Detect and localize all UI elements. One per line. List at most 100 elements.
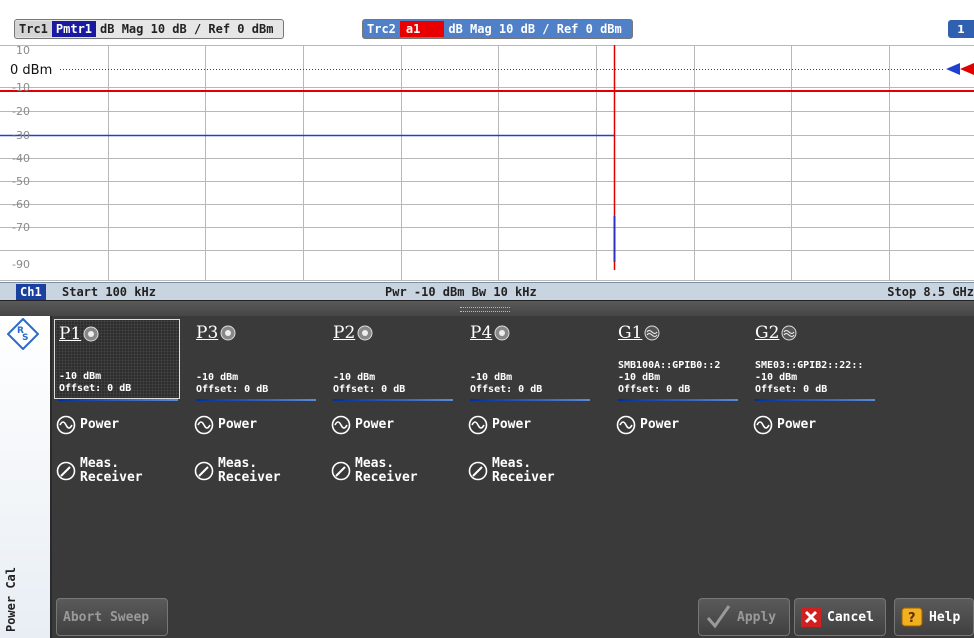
port-underline <box>196 399 316 401</box>
port-underline <box>755 399 875 401</box>
rs-logo-icon: R S <box>7 318 39 350</box>
apply-button[interactable]: Apply <box>698 598 790 636</box>
connector-icon <box>83 326 99 342</box>
meas-receiver-label: Meas. Receiver <box>355 456 418 485</box>
power-cal-panel: P1 -10 dBm Offset: 0 dB Power Meas. Rece… <box>52 316 974 598</box>
stop-frequency[interactable]: Stop 8.5 GHz <box>887 284 974 300</box>
port-name-p3: P3 <box>196 323 219 343</box>
receiver-gauge-icon <box>194 461 214 481</box>
generator-name-g2: G2 <box>755 323 780 343</box>
sine-wave-icon <box>56 415 76 435</box>
help-label: Help <box>929 609 961 625</box>
panel-splitter[interactable] <box>0 300 974 317</box>
port-settings-p4: -10 dBm Offset: 0 dB <box>470 372 543 395</box>
port-column-p4: P4 -10 dBm Offset: 0 dB Power Meas. Rece… <box>466 319 592 485</box>
connector-icon <box>220 325 236 341</box>
diagram-grid: 10 -10 -20 -30 -40 -50 -60 -70 -90 0 dBm <box>0 44 974 281</box>
port-underline <box>58 399 178 401</box>
ytick-10: 10 <box>16 44 30 57</box>
meas-receiver-label: Meas. Receiver <box>80 456 143 485</box>
port-column-p2: P2 -10 dBm Offset: 0 dB Power Meas. Rece… <box>329 319 455 485</box>
port-name-p2: P2 <box>333 323 356 343</box>
close-icon <box>801 607 821 627</box>
ref-level-label: 0 dBm <box>10 63 52 78</box>
generator-tile-g2[interactable]: G2 SME03::GPIB2::22:: -10 dBm Offset: 0 … <box>751 319 877 399</box>
generator-settings-g2: SME03::GPIB2::22:: -10 dBm Offset: 0 dB <box>755 360 864 395</box>
channel-bar[interactable]: Ch1 Start 100 kHz Pwr -10 dBm Bw 10 kHz … <box>0 282 974 301</box>
splitter-grip[interactable] <box>460 307 510 312</box>
meas-receiver-option-p4[interactable]: Meas. Receiver <box>468 457 592 485</box>
ytick-n90: -90 <box>12 258 30 271</box>
meas-receiver-label: Meas. Receiver <box>492 456 555 485</box>
cancel-label: Cancel <box>827 609 874 625</box>
port-tile-p4[interactable]: P4 -10 dBm Offset: 0 dB <box>466 319 592 399</box>
generator-name-g1: G1 <box>618 323 643 343</box>
port-column-p3: P3 -10 dBm Offset: 0 dB Power Meas. Rece… <box>192 319 318 485</box>
ytick-n30: -30 <box>12 129 30 142</box>
start-frequency[interactable]: Start 100 kHz <box>62 284 156 300</box>
a1-tag: a1 <box>399 21 445 37</box>
power-bandwidth[interactable]: Pwr -10 dBm Bw 10 kHz <box>385 284 537 300</box>
meas-receiver-label: Meas. Receiver <box>218 456 281 485</box>
help-icon: ? <box>901 607 923 627</box>
power-label: Power <box>777 417 817 432</box>
ytick-n70: -70 <box>12 221 30 234</box>
trace1-label[interactable]: Trc1 Pmtr1 dB Mag 10 dB / Ref 0 dBm <box>14 19 285 39</box>
diagram-area[interactable]: Trc1 Pmtr1 dB Mag 10 dB / Ref 0 dBm Trc2… <box>0 0 974 301</box>
power-option-p3[interactable]: Power <box>194 415 318 435</box>
dialog-footer: Abort Sweep Apply Cancel ? Help <box>52 598 974 638</box>
ytick-n20: -20 <box>12 105 30 118</box>
receiver-gauge-icon <box>331 461 351 481</box>
trc2-format: dB Mag 10 dB / Ref 0 dBm <box>444 21 626 37</box>
ytick-n60: -60 <box>12 198 30 211</box>
sine-wave-icon <box>753 415 773 435</box>
ref-arrow-red-icon <box>960 63 974 75</box>
power-option-p1[interactable]: Power <box>56 415 180 435</box>
menu-title: Power Cal <box>4 566 18 632</box>
power-option-p2[interactable]: Power <box>331 415 455 435</box>
receiver-gauge-icon <box>468 461 488 481</box>
power-label: Power <box>218 417 258 432</box>
port-tile-p2[interactable]: P2 -10 dBm Offset: 0 dB <box>329 319 455 399</box>
port-settings-p1: -10 dBm Offset: 0 dB <box>59 371 132 394</box>
power-label: Power <box>80 417 120 432</box>
sine-wave-icon <box>468 415 488 435</box>
ytick-n50: -50 <box>12 175 30 188</box>
generator-column-g1: G1 SMB100A::GPIB0::2 -10 dBm Offset: 0 d… <box>614 319 740 435</box>
meas-receiver-option-p2[interactable]: Meas. Receiver <box>331 457 455 485</box>
svg-text:S: S <box>22 333 28 343</box>
ytick-n10: -10 <box>12 81 30 94</box>
trace-header: Trc1 Pmtr1 dB Mag 10 dB / Ref 0 dBm Trc2… <box>0 0 974 40</box>
connector-icon <box>494 325 510 341</box>
meas-receiver-option-p3[interactable]: Meas. Receiver <box>194 457 318 485</box>
port-tile-p3[interactable]: P3 -10 dBm Offset: 0 dB <box>192 319 318 399</box>
port-underline <box>333 399 453 401</box>
generator-tile-g1[interactable]: G1 SMB100A::GPIB0::2 -10 dBm Offset: 0 d… <box>614 319 740 399</box>
sine-wave-icon <box>194 415 214 435</box>
port-settings-p3: -10 dBm Offset: 0 dB <box>196 372 269 395</box>
port-settings-p2: -10 dBm Offset: 0 dB <box>333 372 406 395</box>
generator-settings-g1: SMB100A::GPIB0::2 -10 dBm Offset: 0 dB <box>618 360 721 395</box>
trace2-label[interactable]: Trc2 a1 dB Mag 10 dB / Ref 0 dBm <box>362 19 633 39</box>
help-button[interactable]: ? Help <box>894 598 974 636</box>
generator-icon <box>781 325 797 341</box>
power-option-g2[interactable]: Power <box>753 415 877 435</box>
trc2-tag: Trc2 <box>363 21 400 37</box>
checkmark-icon <box>706 605 731 629</box>
power-option-g1[interactable]: Power <box>616 415 740 435</box>
port-name-p4: P4 <box>470 323 493 343</box>
channel-tag[interactable]: Ch1 <box>16 284 46 300</box>
pmtr1-tag: Pmtr1 <box>51 21 97 37</box>
power-option-p4[interactable]: Power <box>468 415 592 435</box>
power-label: Power <box>355 417 395 432</box>
port-name-p1: P1 <box>59 324 82 344</box>
sine-wave-icon <box>331 415 351 435</box>
receiver-gauge-icon <box>56 461 76 481</box>
channel-badge: 1 <box>948 20 974 38</box>
softkey-sidebar: R S Power Cal <box>0 316 52 638</box>
port-tile-p1[interactable]: P1 -10 dBm Offset: 0 dB <box>54 319 180 399</box>
cancel-button[interactable]: Cancel <box>794 598 886 636</box>
abort-sweep-button[interactable]: Abort Sweep <box>56 598 168 636</box>
abort-sweep-label: Abort Sweep <box>63 609 150 625</box>
meas-receiver-option-p1[interactable]: Meas. Receiver <box>56 457 180 485</box>
